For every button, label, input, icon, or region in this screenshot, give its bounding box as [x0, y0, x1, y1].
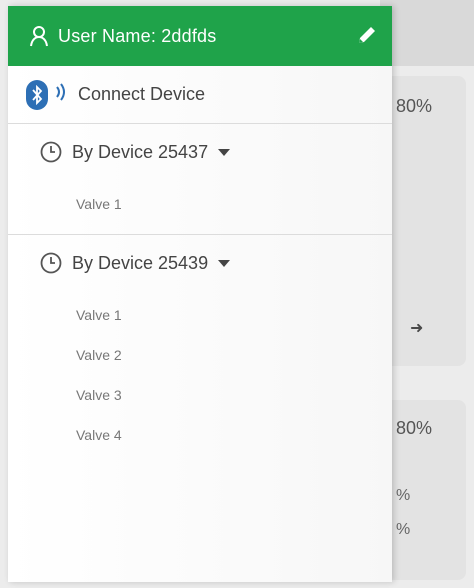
device-group-2: By Device 25439 Valve 1 Valve 2 Valve 3 … [8, 235, 392, 465]
connect-device-label: Connect Device [78, 84, 206, 104]
arrow-right-icon[interactable]: ➜ [410, 318, 423, 338]
background-card-2-line1: % [396, 487, 411, 504]
caret-down-icon[interactable] [218, 148, 231, 156]
connect-device-item[interactable]: Connect Device [8, 66, 392, 124]
bluetooth-icon [26, 79, 48, 110]
device-header-2[interactable]: By Device 25439 [8, 235, 392, 291]
list-item[interactable]: Valve 1 [8, 184, 392, 224]
clock-icon [40, 141, 62, 163]
list-item[interactable]: Valve 3 [8, 375, 392, 415]
background-card-1-value: 80% [396, 96, 433, 116]
user-icon [28, 25, 50, 47]
device-label-1: By Device 25437 [72, 141, 209, 162]
signal-waves-icon [54, 81, 68, 108]
list-item[interactable]: Valve 4 [8, 415, 392, 455]
device-group-1: By Device 25437 Valve 1 [8, 124, 392, 235]
caret-down-icon[interactable] [218, 259, 231, 267]
user-name-label: User Name: 2ddfds [58, 25, 217, 46]
background-card-2-value: 80% [396, 418, 433, 438]
device-label-2: By Device 25439 [72, 252, 209, 273]
edit-icon[interactable] [356, 24, 378, 46]
navigation-drawer: User Name: 2ddfds Connect Device By Devi… [8, 6, 392, 582]
user-header[interactable]: User Name: 2ddfds [8, 6, 392, 66]
list-item[interactable]: Valve 2 [8, 335, 392, 375]
background-header [380, 0, 474, 66]
background-card-2-line2: % [396, 521, 411, 538]
list-item[interactable]: Valve 1 [8, 295, 392, 335]
valve-list-2: Valve 1 Valve 2 Valve 3 Valve 4 [8, 291, 392, 465]
device-header-1[interactable]: By Device 25437 [8, 124, 392, 180]
valve-list-1: Valve 1 [8, 180, 392, 234]
clock-icon [40, 252, 62, 274]
